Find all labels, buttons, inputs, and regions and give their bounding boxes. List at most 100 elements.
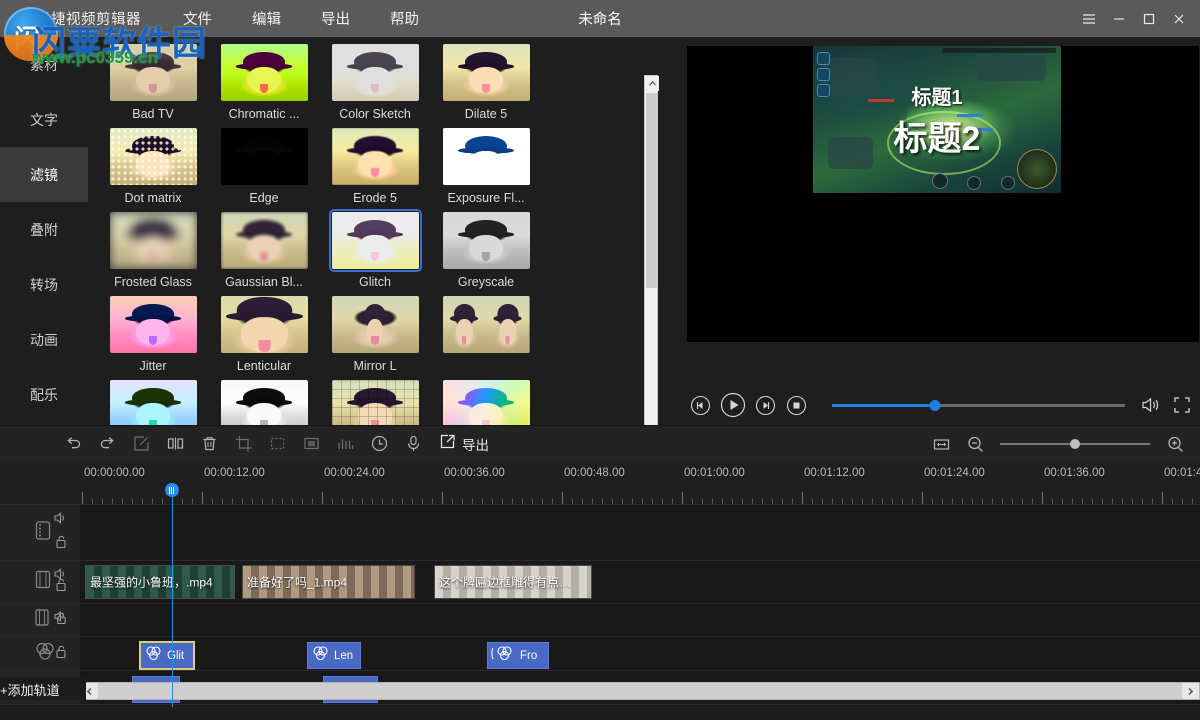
- playhead-handle[interactable]: [165, 483, 179, 497]
- menu-item-export[interactable]: 导出: [301, 8, 370, 29]
- stop-button[interactable]: [783, 392, 810, 419]
- scroll-up-icon[interactable]: [645, 76, 659, 91]
- scroll-right-icon[interactable]: [1182, 683, 1199, 699]
- edit-icon[interactable]: [124, 429, 158, 459]
- filter-item-frosted-glass[interactable]: Frosted Glass: [98, 205, 208, 289]
- track-header-video-2[interactable]: [0, 561, 80, 603]
- video-clip[interactable]: 准备好了吗_1.mp4: [242, 565, 415, 599]
- sidebar-item-transition[interactable]: 转场: [0, 257, 88, 312]
- export-button[interactable]: 导出: [438, 432, 489, 456]
- filter-item-edge[interactable]: Edge: [209, 121, 319, 205]
- filter-item-color-sketch[interactable]: Color Sketch: [320, 37, 430, 121]
- microphone-icon[interactable]: [396, 429, 430, 459]
- ruler-minor-tick: [462, 499, 463, 504]
- filter-item-mirror-l[interactable]: Mirror L: [320, 289, 430, 373]
- filter-item-grain[interactable]: [209, 373, 319, 425]
- filter-item-greyscale[interactable]: Greyscale: [431, 205, 541, 289]
- playback-progress-slider[interactable]: [832, 395, 1125, 415]
- track-body[interactable]: Glit Len Fro: [80, 637, 1200, 670]
- sidebar-item-filter[interactable]: 滤镜: [0, 147, 88, 202]
- filter-clip[interactable]: Glit: [140, 642, 194, 669]
- track-body[interactable]: 最坚强的小鲁班，.mp4 准备好了吗_1.mp4 这个牌匾边框雕得有点…: [80, 561, 1200, 603]
- redo-icon[interactable]: [90, 429, 124, 459]
- filter-item-dot-matrix[interactable]: Dot matrix: [98, 121, 208, 205]
- thumbnail-image: [332, 44, 419, 101]
- undo-icon[interactable]: [56, 429, 90, 459]
- filter-panel-scrollbar[interactable]: [644, 75, 658, 425]
- filter-item-pool[interactable]: [98, 373, 208, 425]
- filter-label: Color Sketch: [339, 107, 411, 121]
- film-icon: [32, 608, 52, 633]
- video-preview[interactable]: 标题1 标题2: [687, 46, 1199, 342]
- export-share-icon: [438, 432, 457, 456]
- zoom-in-icon[interactable]: [1158, 429, 1192, 459]
- slider-handle[interactable]: [929, 400, 940, 411]
- split-icon[interactable]: [158, 429, 192, 459]
- filter-item-erode-5[interactable]: Erode 5: [320, 121, 430, 205]
- fit-to-window-icon[interactable]: [924, 429, 958, 459]
- video-clip[interactable]: 最坚强的小鲁班，.mp4: [85, 565, 235, 599]
- filter-item-exposure-flash[interactable]: Exposure Fl...: [431, 121, 541, 205]
- mask-icon[interactable]: [260, 429, 294, 459]
- add-track-button[interactable]: +添加轨道: [0, 678, 86, 700]
- sidebar-item-material[interactable]: 素材: [0, 37, 88, 92]
- timeline-zoom-slider[interactable]: [1000, 434, 1150, 454]
- filter-item-glitch[interactable]: Glitch: [320, 205, 430, 289]
- timeline-ruler[interactable]: 00:00:00.00 00:00:12.00 00:00:24.00 00:0…: [0, 461, 1200, 505]
- audio-levels-icon[interactable]: [328, 429, 362, 459]
- track-header-filter[interactable]: [0, 637, 80, 670]
- speed-icon[interactable]: [362, 429, 396, 459]
- minimize-icon[interactable]: [1104, 4, 1134, 34]
- thumbnail-image: [443, 380, 530, 425]
- maximize-icon[interactable]: [1134, 4, 1164, 34]
- hamburger-menu-icon[interactable]: [1074, 4, 1104, 34]
- ruler-minor-tick: [852, 499, 853, 504]
- prev-frame-button[interactable]: [687, 392, 714, 419]
- filter-item-rainbow[interactable]: [431, 373, 541, 425]
- lock-toggle-icon[interactable]: [54, 577, 68, 597]
- mute-toggle-icon[interactable]: [53, 511, 68, 530]
- menu-item-help[interactable]: 帮助: [370, 8, 439, 29]
- zoom-slider-handle[interactable]: [1070, 439, 1080, 449]
- filter-clip[interactable]: Fro: [487, 642, 549, 669]
- scrollbar-thumb[interactable]: [646, 93, 658, 288]
- track-header-video-1[interactable]: [0, 505, 80, 560]
- sidebar-item-text[interactable]: 文字: [0, 92, 88, 147]
- delete-icon[interactable]: [192, 429, 226, 459]
- filter-item-dilate-5[interactable]: Dilate 5: [431, 37, 541, 121]
- track-body[interactable]: [80, 604, 1200, 636]
- lock-toggle-icon[interactable]: [55, 611, 68, 630]
- track-header-video-3[interactable]: [0, 604, 80, 636]
- close-icon[interactable]: [1164, 4, 1194, 34]
- scrollbar-thumb[interactable]: [99, 684, 1109, 698]
- ruler-minor-tick: [182, 499, 183, 504]
- filter-label: Frosted Glass: [114, 275, 192, 289]
- lock-toggle-icon[interactable]: [54, 534, 68, 554]
- filter-item-jitter[interactable]: Jitter: [98, 289, 208, 373]
- ruler-minor-tick: [592, 499, 593, 504]
- ruler-minor-tick: [722, 499, 723, 504]
- filter-item-chromatic[interactable]: Chromatic ...: [209, 37, 319, 121]
- filter-item-bad-tv[interactable]: Bad TV: [98, 37, 208, 121]
- lock-toggle-icon[interactable]: [54, 644, 68, 664]
- crop-icon[interactable]: [226, 429, 260, 459]
- filter-clip[interactable]: Len: [307, 642, 361, 669]
- zoom-out-icon[interactable]: [958, 429, 992, 459]
- filter-item-pixelate[interactable]: [320, 373, 430, 425]
- timeline-horizontal-scrollbar[interactable]: [80, 682, 1200, 700]
- fullscreen-icon[interactable]: [1168, 392, 1195, 419]
- menu-item-edit[interactable]: 编辑: [232, 8, 301, 29]
- volume-icon[interactable]: [1137, 392, 1164, 419]
- menu-item-file[interactable]: 文件: [163, 8, 232, 29]
- next-frame-button[interactable]: [752, 392, 779, 419]
- track-body[interactable]: [80, 505, 1200, 560]
- filter-item-lenticular[interactable]: Lenticular: [209, 289, 319, 373]
- sidebar-item-overlay[interactable]: 叠附: [0, 202, 88, 257]
- filter-item-gaussian-blur[interactable]: Gaussian Bl...: [209, 205, 319, 289]
- sidebar-item-music[interactable]: 配乐: [0, 367, 88, 422]
- filter-item-mirror-r[interactable]: [431, 289, 541, 373]
- video-clip[interactable]: 这个牌匾边框雕得有点…: [434, 565, 592, 599]
- sidebar-item-animation[interactable]: 动画: [0, 312, 88, 367]
- play-button[interactable]: [718, 390, 748, 420]
- mosaic-icon[interactable]: [294, 429, 328, 459]
